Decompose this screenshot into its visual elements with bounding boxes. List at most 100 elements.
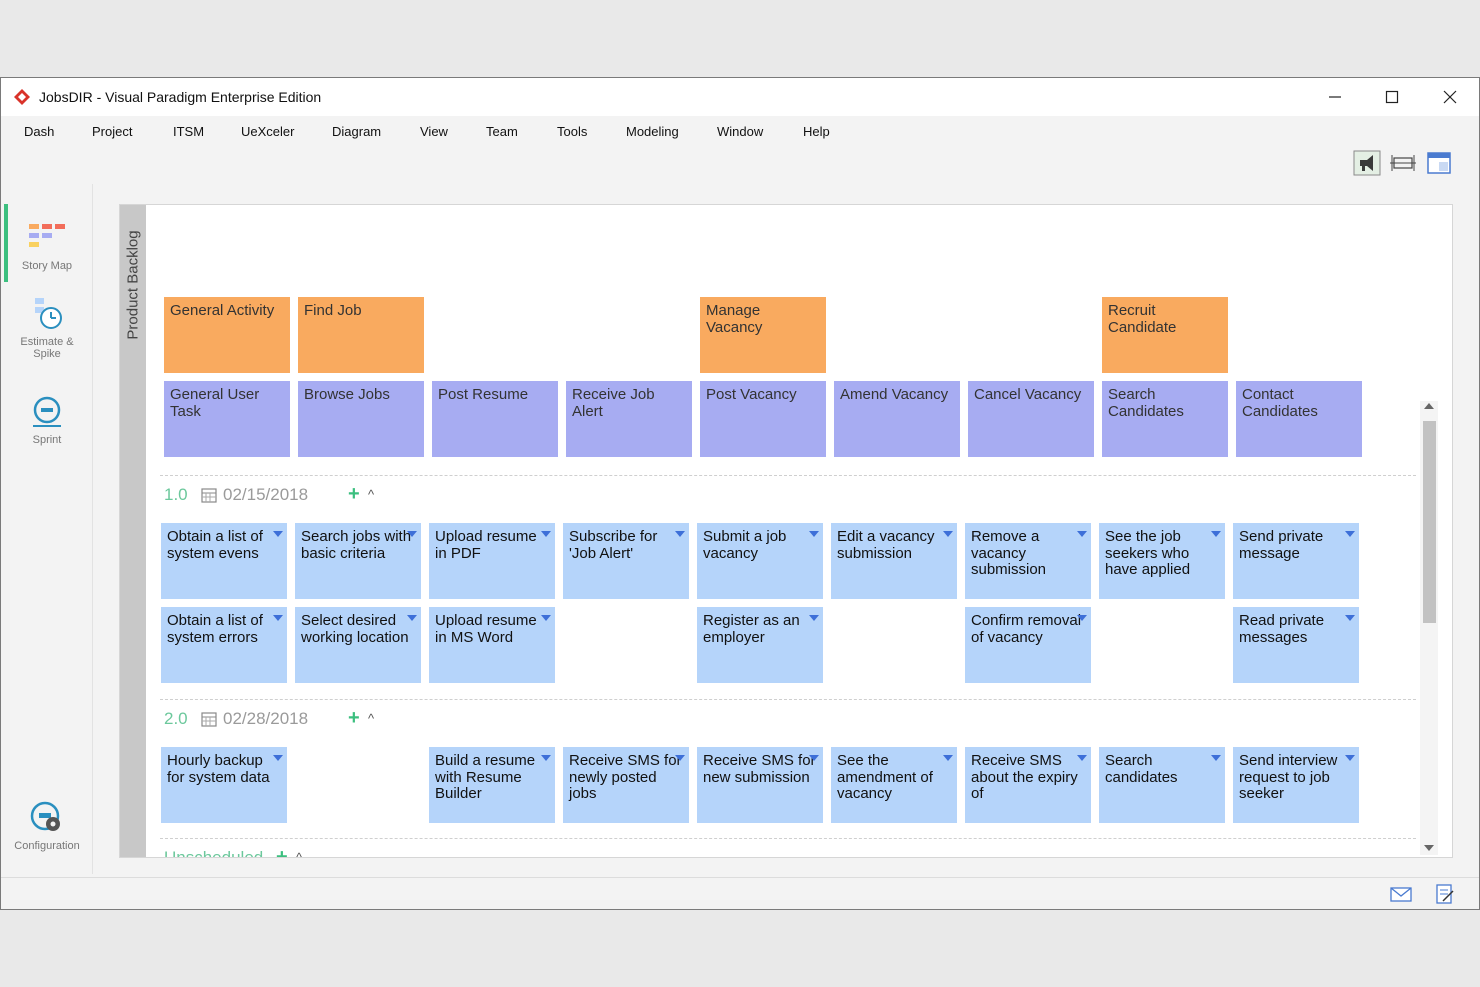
menu-dash[interactable]: Dash <box>24 124 54 139</box>
nav-story-map[interactable]: Story Map <box>1 220 93 272</box>
release-header[interactable]: 1.0 02/15/2018 + ^ <box>164 479 464 509</box>
nav-configuration[interactable]: Configuration <box>1 800 93 852</box>
calendar-icon[interactable] <box>201 711 217 727</box>
notes-icon[interactable] <box>1433 884 1457 904</box>
add-story-plus-icon[interactable]: + <box>276 846 288 857</box>
story-card[interactable]: Upload resume in MS Word <box>429 607 555 683</box>
card-menu-dropdown-icon[interactable] <box>809 615 819 621</box>
story-card[interactable]: Confirm removal of vacancy <box>965 607 1091 683</box>
scroll-down-arrow-icon[interactable] <box>1424 845 1434 851</box>
card-menu-dropdown-icon[interactable] <box>273 755 283 761</box>
card-menu-dropdown-icon[interactable] <box>541 755 551 761</box>
release-name[interactable]: 2.0 <box>164 709 188 729</box>
activity-card[interactable]: General Activity <box>164 297 290 373</box>
card-menu-dropdown-icon[interactable] <box>407 615 417 621</box>
task-card[interactable]: Amend Vacancy <box>834 381 960 457</box>
story-card[interactable]: Select desired working location <box>295 607 421 683</box>
story-card[interactable]: Hourly backup for system data <box>161 747 287 823</box>
task-card[interactable]: Search Candidates <box>1102 381 1228 457</box>
panel-layout-icon[interactable] <box>1425 150 1453 176</box>
story-card[interactable]: Obtain a list of system errors <box>161 607 287 683</box>
story-card[interactable]: Register as an employer <box>697 607 823 683</box>
nav-sprint[interactable]: Sprint <box>1 394 93 446</box>
story-card[interactable]: Remove a vacancy submission <box>965 523 1091 599</box>
collapse-chevron-up-icon[interactable]: ^ <box>296 850 302 857</box>
nav-estimate-spike[interactable]: Estimate & Spike <box>1 296 93 360</box>
vertical-scrollbar[interactable] <box>1420 401 1438 855</box>
story-card[interactable]: See the amendment of vacancy <box>831 747 957 823</box>
task-card[interactable]: Contact Candidates <box>1236 381 1362 457</box>
minimize-button[interactable] <box>1306 78 1364 116</box>
release-date[interactable]: 02/15/2018 <box>223 485 308 505</box>
card-menu-dropdown-icon[interactable] <box>1077 531 1087 537</box>
menu-itsm[interactable]: ITSM <box>173 124 204 139</box>
card-menu-dropdown-icon[interactable] <box>1211 755 1221 761</box>
card-menu-dropdown-icon[interactable] <box>273 615 283 621</box>
story-card[interactable]: Receive SMS for new submission <box>697 747 823 823</box>
release-name[interactable]: Unscheduled <box>164 848 263 857</box>
scroll-up-arrow-icon[interactable] <box>1424 403 1434 409</box>
activity-card[interactable]: Manage Vacancy <box>700 297 826 373</box>
story-card[interactable]: Build a resume with Resume Builder <box>429 747 555 823</box>
card-menu-dropdown-icon[interactable] <box>541 531 551 537</box>
release-header[interactable]: 2.0 02/28/2018 + ^ <box>164 703 464 733</box>
card-menu-dropdown-icon[interactable] <box>943 755 953 761</box>
menu-team[interactable]: Team <box>486 124 518 139</box>
release-date[interactable]: 02/28/2018 <box>223 709 308 729</box>
collapse-chevron-up-icon[interactable]: ^ <box>368 487 374 502</box>
mail-icon[interactable] <box>1389 884 1413 904</box>
product-backlog-bar[interactable]: Product Backlog <box>120 205 146 857</box>
card-menu-dropdown-icon[interactable] <box>809 755 819 761</box>
menu-tools[interactable]: Tools <box>557 124 587 139</box>
menu-project[interactable]: Project <box>92 124 132 139</box>
story-card[interactable]: Send private message <box>1233 523 1359 599</box>
menu-uexceler[interactable]: UeXceler <box>241 124 294 139</box>
card-menu-dropdown-icon[interactable] <box>1345 615 1355 621</box>
title-bar[interactable]: JobsDIR - Visual Paradigm Enterprise Edi… <box>1 78 1479 116</box>
task-card[interactable]: Post Vacancy <box>700 381 826 457</box>
story-card[interactable]: Receive SMS about the expiry of <box>965 747 1091 823</box>
task-card[interactable]: Cancel Vacancy <box>968 381 1094 457</box>
scrollbar-thumb[interactable] <box>1423 421 1436 623</box>
story-card[interactable]: See the job seekers who have applied <box>1099 523 1225 599</box>
task-card[interactable]: Post Resume <box>432 381 558 457</box>
release-header[interactable]: Unscheduled + ^ <box>164 842 464 857</box>
story-card[interactable]: Submit a job vacancy <box>697 523 823 599</box>
add-story-plus-icon[interactable]: + <box>348 483 360 506</box>
story-map-canvas[interactable]: Product Backlog General Activity Find Job… <box>119 204 1453 858</box>
release-name[interactable]: 1.0 <box>164 485 188 505</box>
collapse-chevron-up-icon[interactable]: ^ <box>368 711 374 726</box>
card-menu-dropdown-icon[interactable] <box>541 615 551 621</box>
maximize-button[interactable] <box>1363 78 1421 116</box>
card-menu-dropdown-icon[interactable] <box>809 531 819 537</box>
activity-card[interactable]: Find Job <box>298 297 424 373</box>
card-menu-dropdown-icon[interactable] <box>1345 755 1355 761</box>
calendar-icon[interactable] <box>201 487 217 503</box>
fit-width-icon[interactable] <box>1389 150 1417 176</box>
card-menu-dropdown-icon[interactable] <box>1211 531 1221 537</box>
story-card[interactable]: Edit a vacancy submission <box>831 523 957 599</box>
card-menu-dropdown-icon[interactable] <box>675 755 685 761</box>
card-menu-dropdown-icon[interactable] <box>273 531 283 537</box>
add-story-plus-icon[interactable]: + <box>348 707 360 730</box>
story-card[interactable]: Read private messages <box>1233 607 1359 683</box>
story-card[interactable]: Send interview request to job seeker <box>1233 747 1359 823</box>
menu-modeling[interactable]: Modeling <box>626 124 679 139</box>
card-menu-dropdown-icon[interactable] <box>407 531 417 537</box>
activity-card[interactable]: Recruit Candidate <box>1102 297 1228 373</box>
task-card[interactable]: General User Task <box>164 381 290 457</box>
menu-diagram[interactable]: Diagram <box>332 124 381 139</box>
card-menu-dropdown-icon[interactable] <box>1345 531 1355 537</box>
card-menu-dropdown-icon[interactable] <box>1077 755 1087 761</box>
story-card[interactable]: Receive SMS for newly posted jobs <box>563 747 689 823</box>
story-card[interactable]: Upload resume in PDF <box>429 523 555 599</box>
task-card[interactable]: Browse Jobs <box>298 381 424 457</box>
story-card[interactable]: Subscribe for 'Job Alert' <box>563 523 689 599</box>
story-card[interactable]: Obtain a list of system evens <box>161 523 287 599</box>
story-card[interactable]: Search jobs with basic criteria <box>295 523 421 599</box>
menu-window[interactable]: Window <box>717 124 763 139</box>
close-button[interactable] <box>1421 78 1479 116</box>
card-menu-dropdown-icon[interactable] <box>943 531 953 537</box>
card-menu-dropdown-icon[interactable] <box>1077 615 1087 621</box>
menu-view[interactable]: View <box>420 124 448 139</box>
